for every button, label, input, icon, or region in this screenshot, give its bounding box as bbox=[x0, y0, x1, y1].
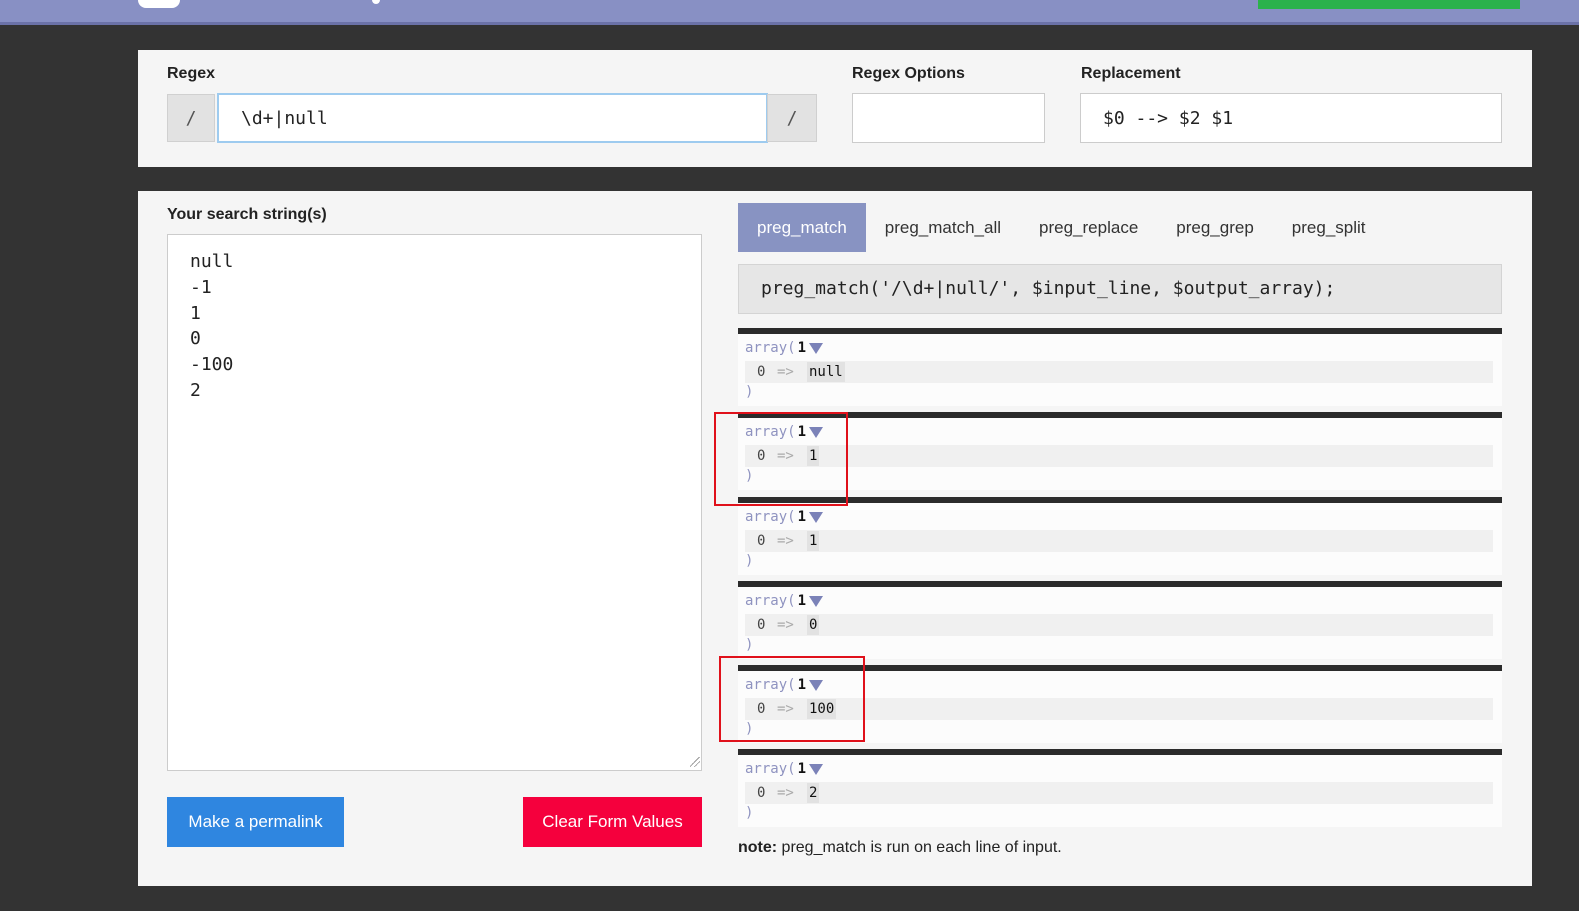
result-arrow: => bbox=[777, 364, 794, 380]
result-value: null bbox=[807, 362, 845, 382]
array-keyword: array( bbox=[745, 593, 796, 609]
result-index: 0 bbox=[757, 364, 766, 380]
tab-preg-match-all[interactable]: preg_match_all bbox=[866, 203, 1020, 252]
result-close-paren: ) bbox=[745, 553, 754, 569]
collapse-triangle-icon[interactable] bbox=[809, 763, 824, 775]
collapse-triangle-icon[interactable] bbox=[809, 595, 824, 607]
result-row: 0 => 1 bbox=[745, 530, 1493, 552]
result-block: array(1 0 => 0 ) bbox=[738, 581, 1502, 659]
resize-handle-icon[interactable] bbox=[690, 757, 700, 767]
result-close-paren: ) bbox=[745, 805, 754, 821]
result-value: 1 bbox=[807, 531, 820, 551]
regex-panel: Regex / / Regex Options Replacement bbox=[138, 50, 1532, 167]
logo-fragment bbox=[138, 0, 180, 8]
regex-input[interactable] bbox=[217, 93, 768, 143]
regex-options-input[interactable] bbox=[852, 93, 1045, 143]
collapse-triangle-icon[interactable] bbox=[809, 342, 824, 354]
search-string-textarea[interactable]: null -1 1 0 -100 2 bbox=[167, 234, 702, 771]
result-close-paren: ) bbox=[745, 637, 754, 653]
result-index: 0 bbox=[757, 785, 766, 801]
result-block: array(1 0 => 1 ) bbox=[738, 412, 1502, 490]
regex-label: Regex bbox=[167, 65, 216, 82]
search-string-label: Your search string(s) bbox=[167, 206, 327, 223]
result-block: array(1 0 => null ) bbox=[738, 328, 1502, 406]
result-header: array(1 bbox=[745, 761, 824, 777]
regex-delimiter-close: / bbox=[767, 94, 817, 142]
array-count: 1 bbox=[797, 593, 807, 609]
highlight-box bbox=[719, 656, 865, 742]
result-row: 0 => 0 bbox=[745, 614, 1493, 636]
tab-preg-replace[interactable]: preg_replace bbox=[1020, 203, 1157, 252]
regex-delimiter-open: / bbox=[167, 94, 215, 142]
top-nav-bar bbox=[0, 0, 1579, 25]
replacement-input[interactable] bbox=[1080, 93, 1502, 143]
tab-preg-grep[interactable]: preg_grep bbox=[1157, 203, 1273, 252]
collapse-triangle-icon[interactable] bbox=[809, 511, 824, 523]
array-keyword: array( bbox=[745, 340, 796, 356]
main-panel: Your search string(s) null -1 1 0 -100 2… bbox=[138, 191, 1532, 886]
note-text: note: preg_match is run on each line of … bbox=[738, 839, 1062, 857]
note-body: preg_match is run on each line of input. bbox=[777, 839, 1062, 856]
logo-dot bbox=[372, 0, 380, 4]
result-header: array(1 bbox=[745, 509, 824, 525]
nav-accent-strip bbox=[1258, 0, 1520, 9]
result-value: 2 bbox=[807, 783, 820, 803]
result-row: 0 => null bbox=[745, 361, 1493, 383]
result-row: 0 => 1 bbox=[745, 445, 1493, 467]
result-arrow: => bbox=[777, 617, 794, 633]
array-keyword: array( bbox=[745, 761, 796, 777]
tab-preg-match[interactable]: preg_match bbox=[738, 203, 866, 252]
php-code-snippet: preg_match('/\d+|null/', $input_line, $o… bbox=[738, 264, 1502, 314]
result-close-paren: ) bbox=[745, 384, 754, 400]
clear-form-button[interactable]: Clear Form Values bbox=[523, 797, 702, 847]
result-value: 0 bbox=[807, 615, 820, 635]
function-tabs: preg_match preg_match_all preg_replace p… bbox=[738, 203, 1385, 252]
array-count: 1 bbox=[797, 509, 807, 525]
regex-options-label: Regex Options bbox=[852, 65, 965, 82]
result-block: array(1 0 => 2 ) bbox=[738, 749, 1502, 827]
make-permalink-button[interactable]: Make a permalink bbox=[167, 797, 344, 847]
result-index: 0 bbox=[757, 533, 766, 549]
highlight-box bbox=[714, 412, 848, 506]
tab-preg-split[interactable]: preg_split bbox=[1273, 203, 1385, 252]
result-header: array(1 bbox=[745, 340, 824, 356]
result-row: 0 => 2 bbox=[745, 782, 1493, 804]
result-header: array(1 bbox=[745, 593, 824, 609]
array-keyword: array( bbox=[745, 509, 796, 525]
array-count: 1 bbox=[797, 340, 807, 356]
note-label: note: bbox=[738, 839, 778, 856]
result-block: array(1 0 => 1 ) bbox=[738, 497, 1502, 575]
result-index: 0 bbox=[757, 617, 766, 633]
result-arrow: => bbox=[777, 533, 794, 549]
replacement-label: Replacement bbox=[1081, 65, 1181, 82]
result-arrow: => bbox=[777, 785, 794, 801]
array-count: 1 bbox=[797, 761, 807, 777]
